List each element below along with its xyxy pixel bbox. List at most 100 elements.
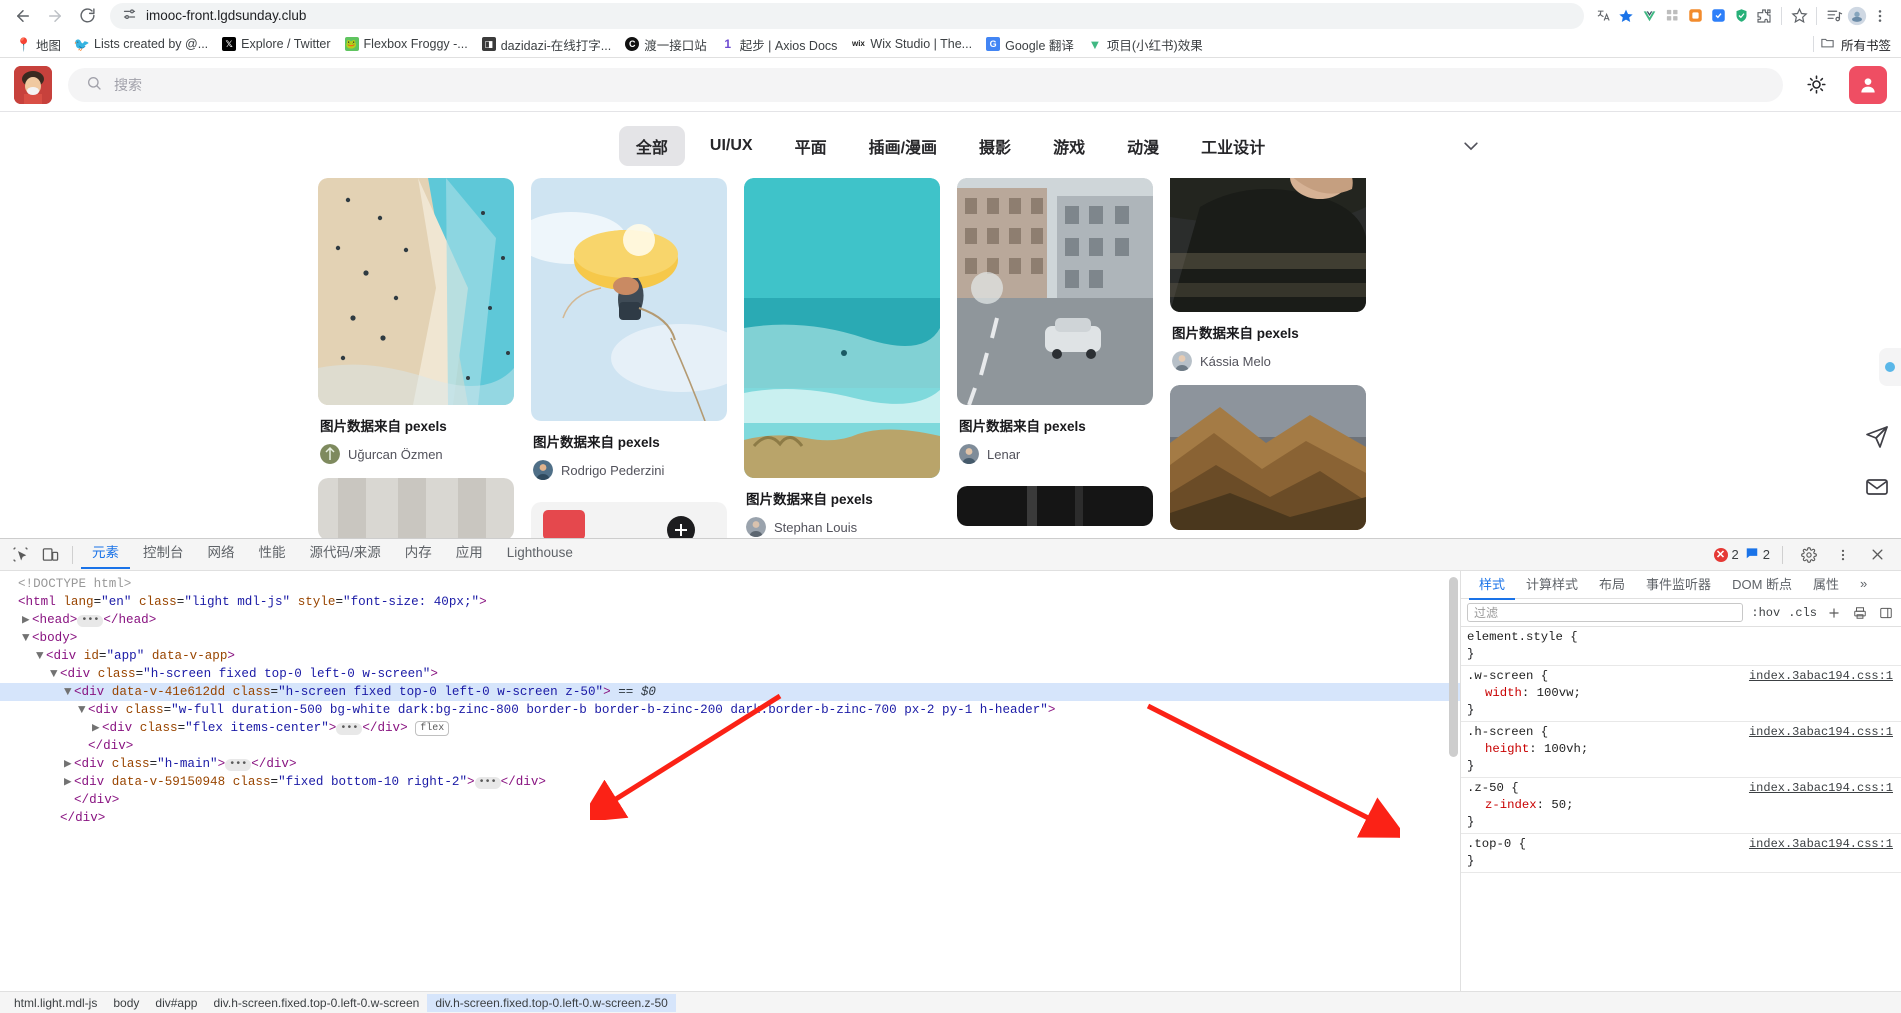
reload-icon[interactable]: [72, 2, 102, 30]
bookmark-star-filled-icon[interactable]: [1615, 5, 1637, 27]
image-card[interactable]: 图片数据来自 pexels Uğurcan Özmen: [318, 178, 514, 464]
bookmark-item[interactable]: 🐸 Flexbox Froggy -...: [338, 34, 475, 54]
style-rule[interactable]: .z-50 {index.3abac194.css:1 z-index: 50;}: [1461, 778, 1901, 834]
breadcrumb[interactable]: html.light.mdl-js body div#app div.h-screen…: [0, 991, 1901, 1013]
tab-anime[interactable]: 动漫: [1110, 126, 1176, 166]
user-avatar-button[interactable]: [1849, 65, 1887, 104]
theme-toggle-button[interactable]: [1799, 68, 1833, 102]
style-rule[interactable]: .w-screen { index.3abac194.css:1 width: 10…: [1461, 666, 1901, 722]
devtools-tab-memory[interactable]: 内存: [394, 540, 443, 569]
cls-toggle[interactable]: .cls: [1788, 606, 1817, 620]
property-value[interactable]: : 100vw;: [1522, 686, 1581, 700]
styles-tab-properties[interactable]: 属性: [1803, 570, 1849, 600]
tab-industrial-design[interactable]: 工业设计: [1184, 126, 1282, 166]
card-author[interactable]: Rodrigo Pederzini: [533, 460, 727, 480]
dom-node-line[interactable]: ▼ <body>: [0, 629, 1460, 647]
property-value[interactable]: : 100vh;: [1529, 742, 1588, 756]
site-logo-avatar[interactable]: [14, 65, 52, 104]
card-image-card-red[interactable]: [531, 502, 727, 538]
warning-count-badge[interactable]: 2: [1745, 546, 1770, 563]
tab-graphic[interactable]: 平面: [778, 126, 844, 166]
bookmark-item[interactable]: ▼ 项目(小红书)效果: [1081, 32, 1210, 57]
dom-node-line[interactable]: ▶ <head> ••• </head>: [0, 611, 1460, 629]
rule-source-link[interactable]: index.3abac194.css:1: [1749, 724, 1893, 741]
style-declaration[interactable]: width: 100vw;: [1467, 685, 1901, 702]
rule-source-link[interactable]: index.3abac194.css:1: [1749, 668, 1893, 685]
disclosure-triangle[interactable]: ▶: [22, 611, 32, 629]
breadcrumb-item[interactable]: div.h-screen.fixed.top-0.left-0.w-screen…: [427, 993, 676, 1012]
vue-devtools-icon[interactable]: [1638, 5, 1660, 27]
card-image-beach[interactable]: [318, 178, 514, 405]
disclosure-triangle[interactable]: ▼: [50, 665, 60, 683]
disclosure-triangle[interactable]: ▼: [64, 683, 74, 701]
chrome-menu-icon[interactable]: [1869, 5, 1891, 27]
styles-tabs-overflow-icon[interactable]: »: [1850, 572, 1877, 598]
styles-filter-input[interactable]: 过滤: [1467, 603, 1744, 622]
style-declaration[interactable]: z-index: 50;: [1467, 797, 1901, 814]
card-image-arch[interactable]: [318, 478, 514, 538]
tab-uiux[interactable]: UI/UX: [693, 129, 770, 163]
more-vertical-icon[interactable]: [1829, 542, 1857, 568]
hov-toggle[interactable]: :hov: [1751, 606, 1780, 620]
card-image-ocean[interactable]: [744, 178, 940, 478]
disclosure-triangle[interactable]: ▼: [78, 701, 88, 719]
image-card[interactable]: [1170, 385, 1366, 530]
bookmark-item[interactable]: G Google 翻译: [979, 32, 1081, 57]
breadcrumb-item[interactable]: div.h-screen.fixed.top-0.left-0.w-screen: [205, 994, 427, 1012]
mail-icon[interactable]: [1863, 473, 1891, 501]
devtools-tab-console[interactable]: 控制台: [132, 540, 195, 569]
breadcrumb-item[interactable]: div#app: [147, 994, 205, 1012]
styles-tab-styles[interactable]: 样式: [1469, 570, 1516, 600]
site-settings-icon[interactable]: [122, 7, 137, 25]
device-toolbar-icon[interactable]: [36, 542, 64, 568]
color-extension-icon[interactable]: [1684, 5, 1706, 27]
card-image-street[interactable]: [957, 178, 1153, 405]
image-card[interactable]: 图片数据来自 pexels Lenar: [957, 178, 1153, 464]
bookmark-item[interactable]: 🐦 Lists created by @...: [68, 34, 215, 54]
style-declaration[interactable]: height: 100vh;: [1467, 741, 1901, 758]
puzzle-extension-icon[interactable]: [1753, 5, 1775, 27]
card-author[interactable]: Lenar: [959, 444, 1153, 464]
dom-node-line[interactable]: ▶ <div data-v-59150948 class="fixed botto…: [0, 773, 1460, 791]
all-bookmarks-button[interactable]: 所有书签: [1812, 35, 1891, 54]
tab-photography[interactable]: 摄影: [962, 126, 1028, 166]
search-input[interactable]: [114, 76, 1765, 93]
card-author[interactable]: Stephan Louis: [746, 517, 940, 537]
profile-avatar[interactable]: [1846, 5, 1868, 27]
dom-node-line[interactable]: <!DOCTYPE html>: [0, 575, 1460, 593]
style-rule[interactable]: .top-0 {index.3abac194.css:1}: [1461, 834, 1901, 873]
styles-tab-computed[interactable]: 计算样式: [1516, 570, 1588, 600]
back-arrow-icon[interactable]: [8, 2, 38, 30]
rule-source-link[interactable]: index.3abac194.css:1: [1749, 780, 1893, 797]
rule-source-link[interactable]: index.3abac194.css:1: [1749, 836, 1893, 853]
rule-selector[interactable]: .z-50 {: [1467, 781, 1519, 795]
bookmark-star-outline-icon[interactable]: [1788, 5, 1810, 27]
image-card[interactable]: 图片数据来自 pexels Rodrigo Pederzini: [531, 178, 727, 480]
property-name[interactable]: height: [1467, 742, 1529, 756]
card-image-dark[interactable]: [957, 486, 1153, 526]
floating-side-panel-tab[interactable]: [1879, 348, 1901, 386]
style-rule[interactable]: element.style {}: [1461, 627, 1901, 666]
rule-selector[interactable]: .w-screen {: [1467, 669, 1548, 683]
disclosure-triangle[interactable]: ▶: [64, 773, 74, 791]
blue-extension-icon[interactable]: [1707, 5, 1729, 27]
bookmark-item[interactable]: 𝕏 Explore / Twitter: [215, 34, 337, 54]
disclosure-triangle[interactable]: ▶: [64, 755, 74, 773]
style-rule[interactable]: .h-screen {index.3abac194.css:1 height: 1…: [1461, 722, 1901, 778]
styles-tab-dom-breakpoints[interactable]: DOM 断点: [1722, 570, 1802, 600]
image-card[interactable]: 图片数据来自 pexels Kássia Melo: [1170, 178, 1366, 371]
dom-scrollbar[interactable]: [1449, 577, 1458, 837]
disclosure-triangle[interactable]: ▼: [36, 647, 46, 665]
styles-tab-layout[interactable]: 布局: [1589, 570, 1635, 600]
plus-icon[interactable]: [1825, 604, 1843, 622]
image-card[interactable]: [957, 486, 1153, 526]
rule-selector[interactable]: element.style {: [1467, 630, 1578, 644]
dom-node-line[interactable]: ▼ <div data-v-41e612dd class="h-screen fi…: [0, 683, 1460, 701]
dom-node-line[interactable]: ▶ <div class="h-main"> ••• </div>: [0, 755, 1460, 773]
extension-grid-icon[interactable]: [1661, 5, 1683, 27]
bookmark-item[interactable]: 1 起步 | Axios Docs: [714, 32, 845, 57]
tab-game[interactable]: 游戏: [1036, 126, 1102, 166]
address-bar[interactable]: imooc-front.lgdsunday.club: [110, 2, 1584, 29]
tab-illustration[interactable]: 插画/漫画: [852, 126, 954, 166]
translate-icon[interactable]: [1592, 5, 1614, 27]
